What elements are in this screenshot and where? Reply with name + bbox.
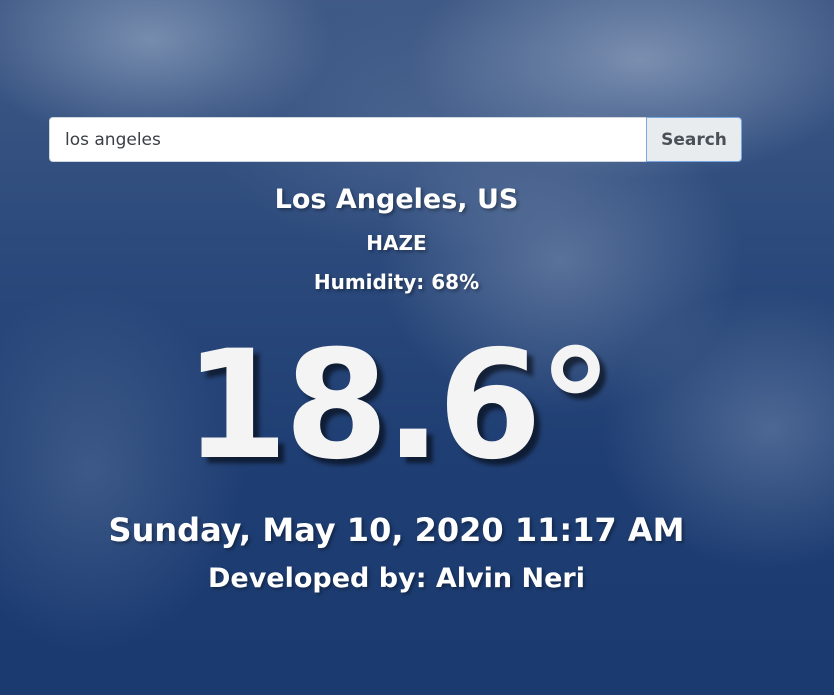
developer-credit: Developed by: Alvin Neri xyxy=(207,563,586,594)
weather-condition: HAZE xyxy=(366,231,427,255)
search-input[interactable] xyxy=(49,117,646,162)
search-bar: Search xyxy=(49,117,742,162)
weather-app: { "search": { "value": "los angeles", "b… xyxy=(0,0,834,695)
location-label: Los Angeles, US xyxy=(274,184,519,215)
search-button[interactable]: Search xyxy=(646,117,742,162)
date-time-label: Sunday, May 10, 2020 11:17 AM xyxy=(108,511,685,549)
humidity-label: Humidity: 68% xyxy=(313,270,480,294)
temperature-display: 18.6° xyxy=(183,319,613,493)
